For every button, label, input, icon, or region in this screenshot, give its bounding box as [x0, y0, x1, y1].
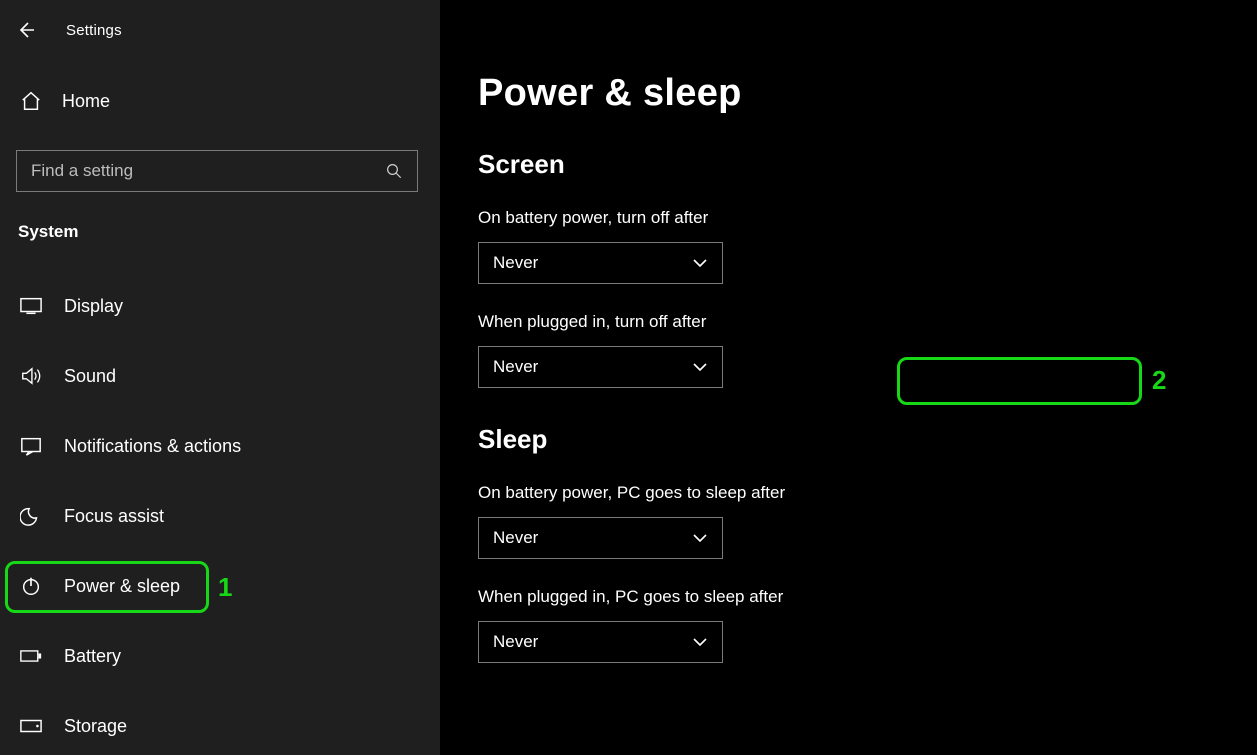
chevron-down-icon [692, 258, 708, 268]
screen-section: Screen On battery power, turn off after … [478, 149, 1257, 388]
focus-assist-icon [20, 505, 42, 527]
power-icon [20, 575, 42, 597]
screen-plugged-label: When plugged in, turn off after [478, 312, 1257, 332]
sidebar-item-label: Notifications & actions [64, 436, 241, 457]
screen-plugged-select[interactable]: Never [478, 346, 723, 388]
sleep-battery-label: On battery power, PC goes to sleep after [478, 483, 1257, 503]
battery-icon [20, 649, 42, 663]
sidebar-group-title: System [16, 222, 424, 242]
sidebar: Settings Home System Display Sound [0, 0, 440, 755]
select-value: Never [493, 253, 538, 273]
notifications-icon [20, 436, 42, 456]
sidebar-item-label: Storage [64, 716, 127, 737]
screen-battery-select[interactable]: Never [478, 242, 723, 284]
sound-icon [20, 366, 42, 386]
select-value: Never [493, 632, 538, 652]
sidebar-item-label: Home [62, 91, 110, 112]
sleep-plugged-label: When plugged in, PC goes to sleep after [478, 587, 1257, 607]
storage-icon [20, 719, 42, 733]
annotation-number-2: 2 [1152, 365, 1166, 396]
section-heading-sleep: Sleep [478, 424, 1257, 455]
select-value: Never [493, 357, 538, 377]
screen-battery-label: On battery power, turn off after [478, 208, 1257, 228]
sidebar-item-battery[interactable]: Battery [16, 632, 424, 680]
chevron-down-icon [692, 533, 708, 543]
sidebar-item-label: Display [64, 296, 123, 317]
sidebar-item-label: Focus assist [64, 506, 164, 527]
sidebar-item-label: Battery [64, 646, 121, 667]
search-field[interactable] [31, 161, 366, 181]
search-icon [385, 162, 403, 180]
home-icon [20, 90, 42, 112]
sidebar-item-storage[interactable]: Storage [16, 702, 424, 750]
display-icon [20, 297, 42, 315]
main-content: Power & sleep Screen On battery power, t… [440, 0, 1257, 755]
sidebar-item-notifications[interactable]: Notifications & actions [16, 422, 424, 470]
annotation-number-1: 1 [218, 572, 232, 603]
sidebar-item-home[interactable]: Home [16, 90, 424, 112]
sidebar-item-focus-assist[interactable]: Focus assist [16, 492, 424, 540]
sidebar-item-sound[interactable]: Sound [16, 352, 424, 400]
sidebar-item-label: Power & sleep [64, 576, 180, 597]
sleep-battery-select[interactable]: Never [478, 517, 723, 559]
back-arrow-icon[interactable] [16, 20, 36, 40]
page-title: Power & sleep [478, 72, 1257, 115]
section-heading-screen: Screen [478, 149, 1257, 180]
sidebar-item-label: Sound [64, 366, 116, 387]
sidebar-item-display[interactable]: Display [16, 282, 424, 330]
chevron-down-icon [692, 362, 708, 372]
chevron-down-icon [692, 637, 708, 647]
search-input[interactable] [16, 150, 418, 192]
sleep-section: Sleep On battery power, PC goes to sleep… [478, 424, 1257, 663]
select-value: Never [493, 528, 538, 548]
sleep-plugged-select[interactable]: Never [478, 621, 723, 663]
app-title: Settings [66, 22, 122, 39]
sidebar-nav: Display Sound Notifications & actions Fo… [16, 282, 424, 750]
